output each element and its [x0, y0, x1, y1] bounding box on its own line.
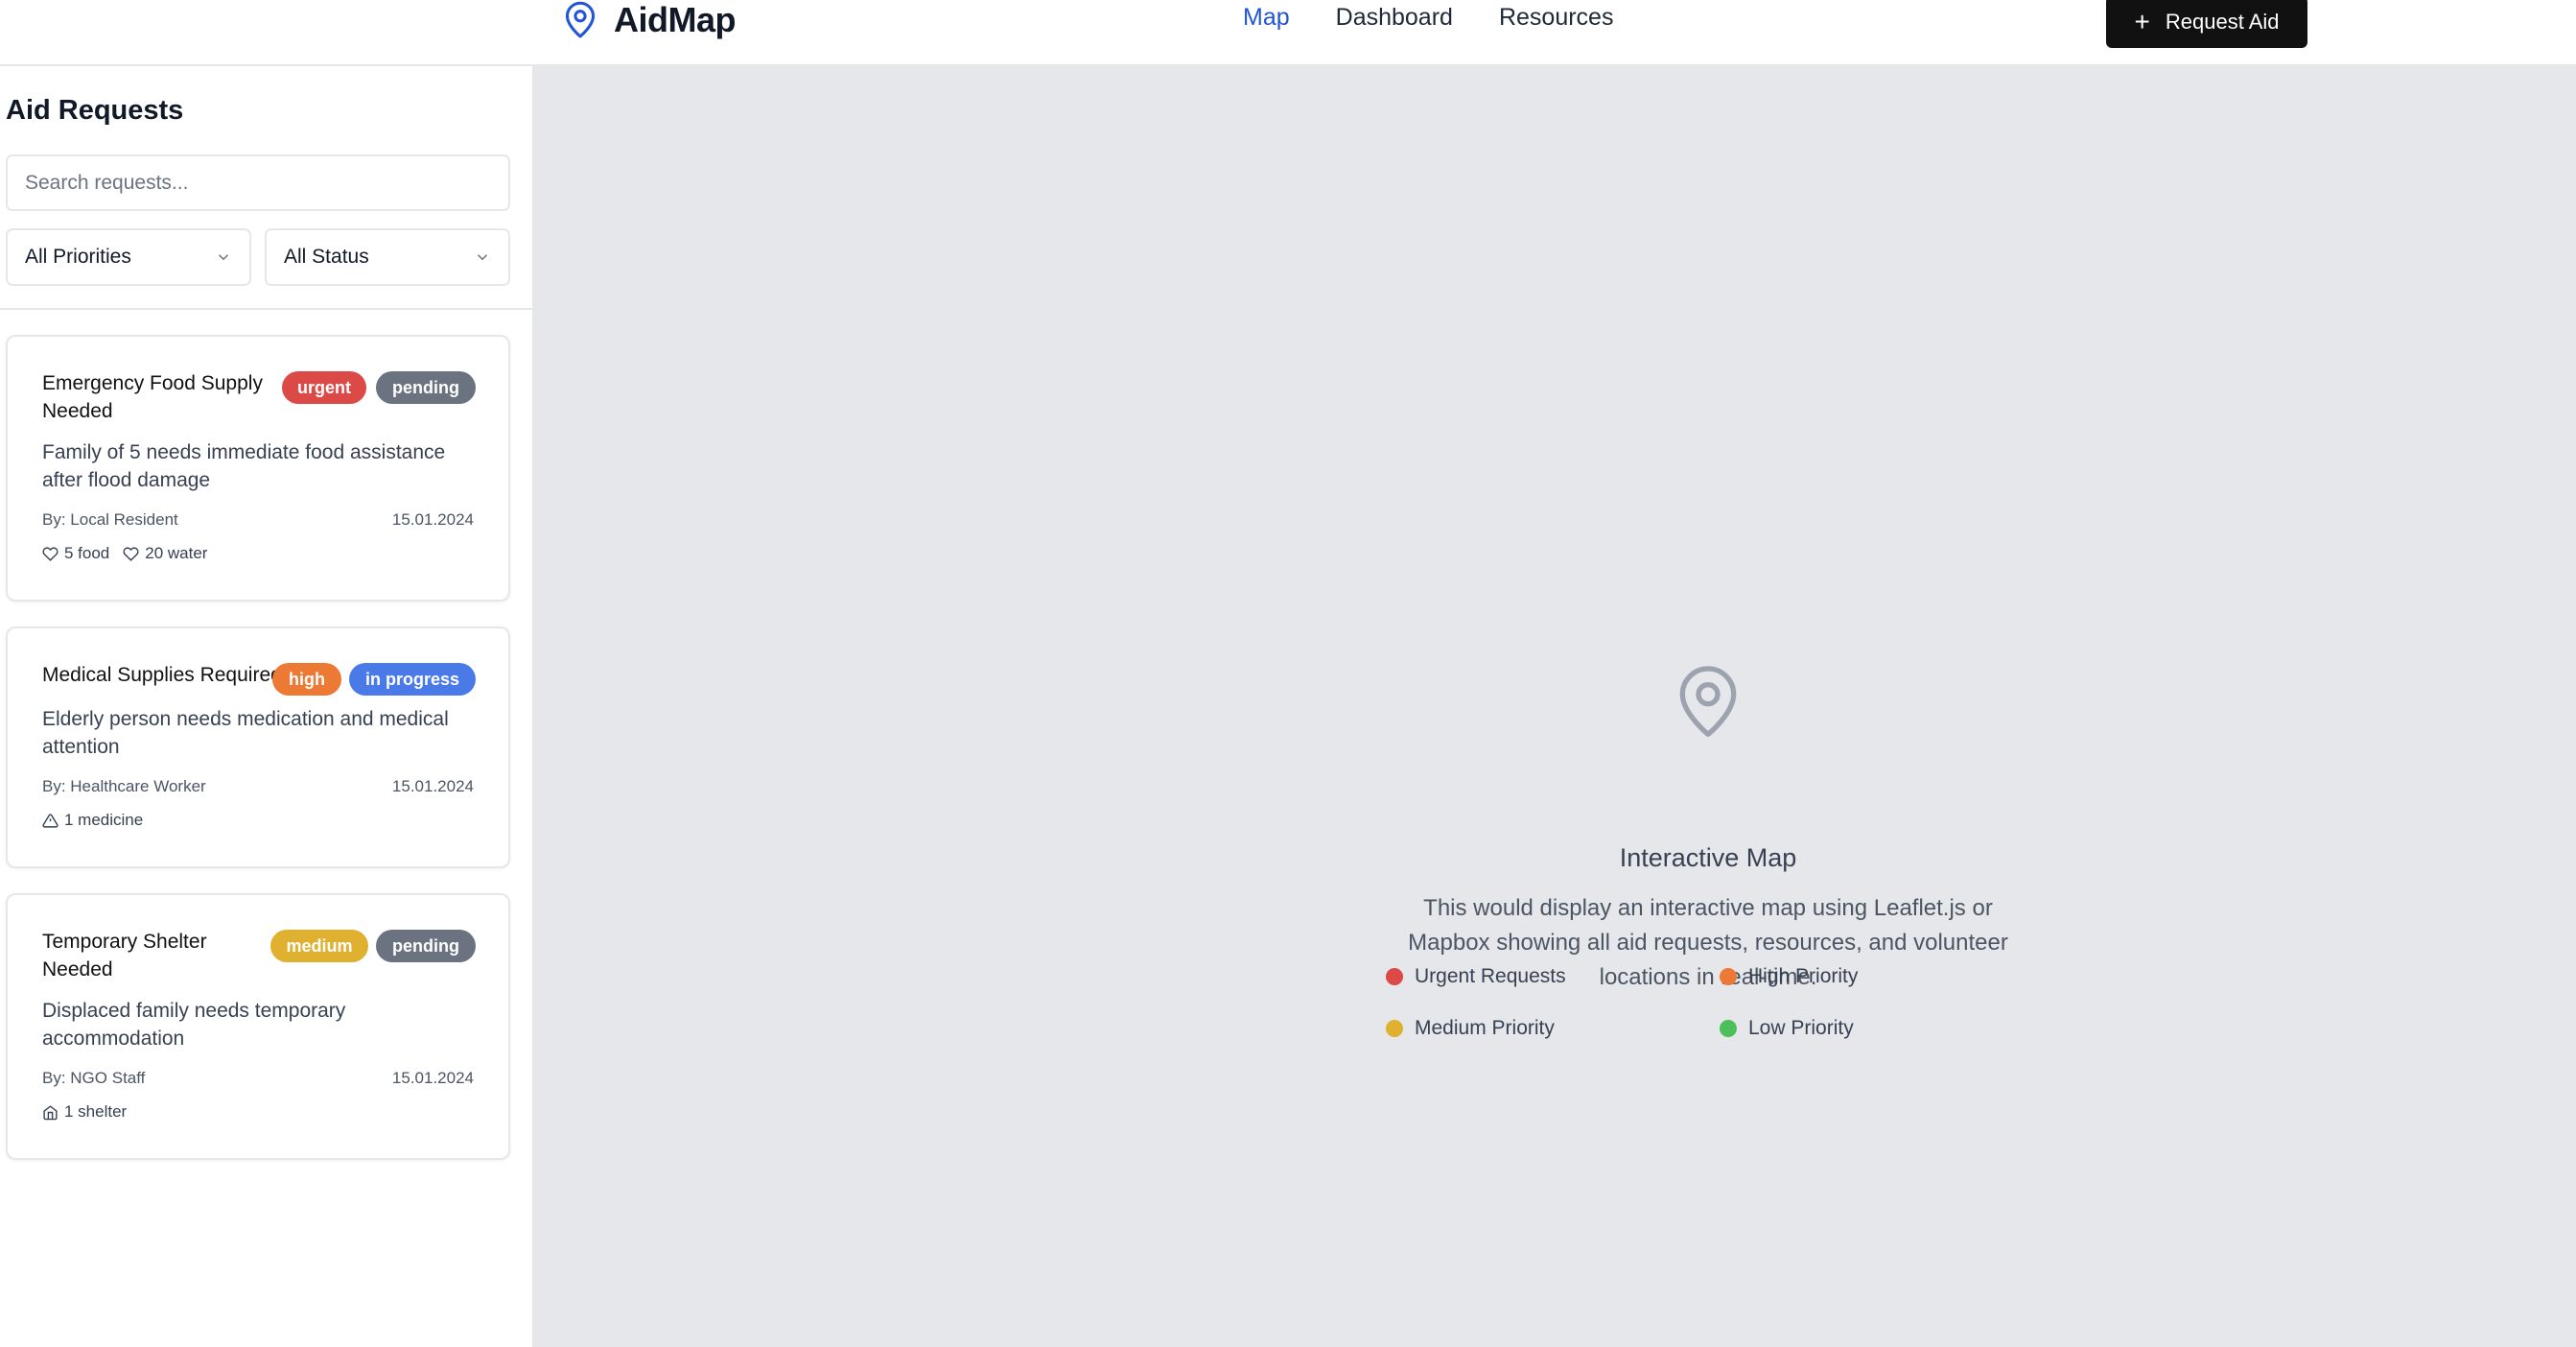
- medium-dot: [1386, 1020, 1403, 1037]
- home-icon: [43, 1104, 58, 1120]
- request-title: Medical Supplies Required: [42, 664, 282, 686]
- status-badge: pending: [376, 371, 476, 404]
- legend-high: High Priority: [1720, 965, 1858, 988]
- request-description: Displaced family needs temporary accommo…: [42, 1000, 346, 1050]
- search-input[interactable]: [6, 154, 510, 211]
- legend-low: Low Priority: [1720, 1017, 1854, 1040]
- priority-badge: medium: [270, 930, 368, 962]
- status-badge: pending: [376, 930, 476, 962]
- request-aid-button[interactable]: + Request Aid: [2106, 0, 2307, 48]
- request-date: 15.01.2024: [391, 1069, 474, 1087]
- nav-resources[interactable]: Resources: [1499, 4, 1614, 32]
- request-item: 5 food: [42, 544, 109, 563]
- request-items: 1 shelter: [42, 1102, 127, 1122]
- nav-dashboard[interactable]: Dashboard: [1336, 4, 1453, 32]
- map-pin-icon: [1679, 666, 1737, 737]
- request-date: 15.01.2024: [391, 777, 474, 795]
- legend-medium: Medium Priority: [1386, 1017, 1555, 1040]
- nav-map[interactable]: Map: [1243, 4, 1290, 32]
- high-dot: [1720, 968, 1737, 985]
- request-item: 20 water: [123, 544, 207, 563]
- priority-select[interactable]: All Priorities: [6, 228, 251, 286]
- sidebar: Aid Requests All Priorities All Status E…: [0, 66, 534, 1347]
- request-author: By: Healthcare Worker: [42, 777, 206, 795]
- map-pin-icon: [565, 1, 596, 38]
- chevron-down-icon: [218, 254, 229, 261]
- request-description: Family of 5 needs immediate food assista…: [42, 441, 446, 491]
- priority-badge: urgent: [282, 371, 366, 404]
- status-select-value: All Status: [284, 246, 369, 268]
- sidebar-title: Aid Requests: [6, 95, 184, 126]
- priority-select-value: All Priorities: [25, 246, 131, 268]
- request-date: 15.01.2024: [391, 510, 474, 529]
- request-description: Elderly person needs medication and medi…: [42, 708, 449, 758]
- heart-icon: [123, 546, 139, 561]
- sidebar-divider: [0, 308, 532, 310]
- map-title: Interactive Map: [1619, 843, 1797, 872]
- status-select[interactable]: All Status: [265, 228, 510, 286]
- request-card[interactable]: Emergency Food Supply Needed urgent pend…: [6, 335, 510, 602]
- request-title: Temporary Shelter Needed: [42, 931, 207, 981]
- brand-name: AidMap: [614, 0, 737, 39]
- request-items: 5 food 20 water: [42, 544, 207, 563]
- top-navbar: AidMap Map Dashboard Resources + Request…: [0, 0, 2576, 66]
- request-card[interactable]: Medical Supplies Required high in progre…: [6, 626, 510, 868]
- request-author: By: Local Resident: [42, 510, 178, 529]
- request-item: 1 medicine: [42, 811, 143, 830]
- main-nav: Map Dashboard Resources: [1243, 4, 1613, 32]
- priority-badge: high: [272, 663, 341, 696]
- plus-icon: +: [2134, 7, 2150, 36]
- map-area[interactable]: Interactive Map This would display an in…: [534, 66, 2576, 1347]
- chevron-down-icon: [477, 254, 488, 261]
- heart-icon: [42, 546, 59, 561]
- alert-triangle-icon: [42, 813, 59, 828]
- request-title: Emergency Food Supply Needed: [42, 372, 263, 422]
- request-author: By: NGO Staff: [42, 1069, 146, 1087]
- request-items: 1 medicine: [42, 811, 143, 830]
- status-badge: in progress: [349, 663, 476, 696]
- request-aid-label: Request Aid: [2165, 10, 2280, 34]
- request-card[interactable]: Temporary Shelter Needed medium pending …: [6, 893, 510, 1160]
- urgent-dot: [1386, 968, 1403, 985]
- request-item: 1 shelter: [42, 1102, 127, 1122]
- legend-urgent: Urgent Requests: [1386, 965, 1566, 988]
- brand-logo[interactable]: AidMap: [560, 0, 737, 40]
- low-dot: [1720, 1020, 1737, 1037]
